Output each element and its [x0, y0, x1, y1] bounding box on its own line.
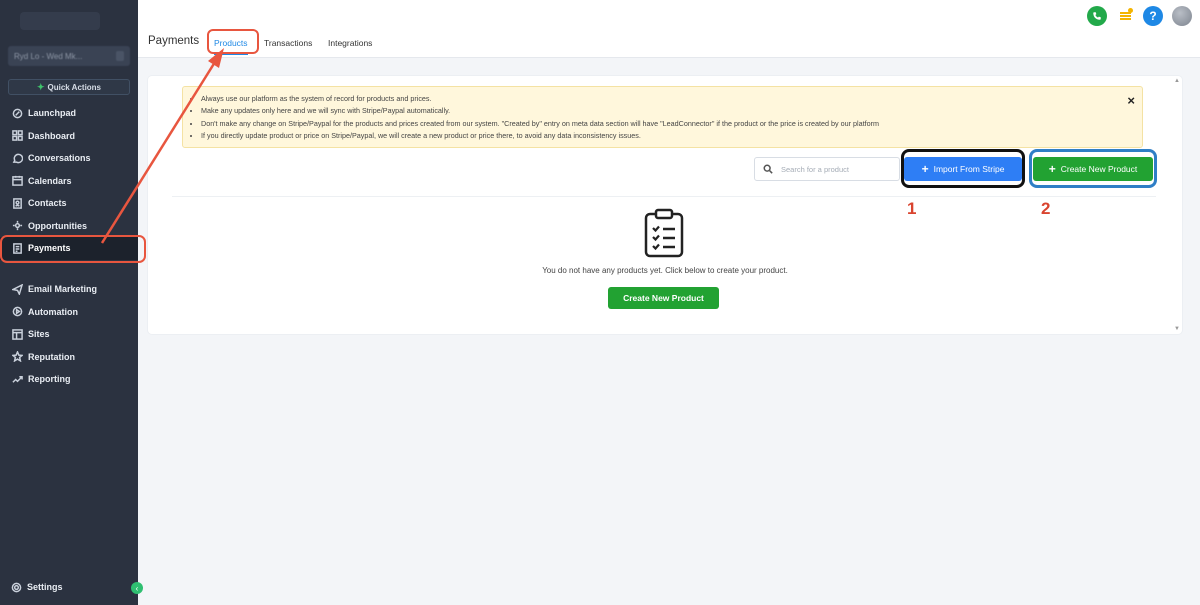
- sidebar-item-label: Opportunities: [28, 220, 87, 231]
- send-icon: [11, 283, 23, 295]
- quick-actions-label: Quick Actions: [47, 82, 102, 92]
- location-name: Ryd Lo - Wed Mk...: [14, 51, 83, 61]
- sidebar-item-label: Sites: [28, 329, 50, 340]
- product-search[interactable]: [754, 157, 900, 181]
- sidebar-item-opportunities[interactable]: Opportunities: [0, 215, 138, 238]
- calendar-icon: [11, 175, 23, 187]
- notice-line: Always use our platform as the system of…: [201, 93, 1142, 105]
- sidebar-item-calendars[interactable]: Calendars: [0, 170, 138, 193]
- sidebar-item-reputation[interactable]: Reputation: [0, 346, 138, 369]
- annotation-number-2: 2: [1041, 199, 1051, 218]
- notifications-button[interactable]: [1116, 7, 1134, 25]
- divider: [172, 196, 1156, 197]
- dashboard-icon: [11, 130, 23, 142]
- top-bar: Payments Products Transactions Integrati…: [138, 0, 1200, 58]
- create-button-highlight: [1029, 149, 1157, 188]
- tab-integrations[interactable]: Integrations: [328, 38, 372, 48]
- help-button[interactable]: ?: [1143, 6, 1163, 26]
- contacts-icon: [11, 197, 23, 209]
- scroll-up-icon[interactable]: ▲: [1174, 78, 1180, 84]
- sidebar-item-contacts[interactable]: Contacts: [0, 192, 138, 215]
- gear-icon: [11, 582, 22, 592]
- sidebar-item-reporting[interactable]: Reporting: [0, 368, 138, 391]
- opportunities-icon: [11, 220, 23, 232]
- scroll-down-icon[interactable]: ▼: [1174, 326, 1180, 332]
- automation-icon: [11, 306, 23, 318]
- sidebar-item-label: Contacts: [28, 198, 67, 209]
- notification-dot: [1128, 8, 1133, 13]
- sidebar-item-dashboard[interactable]: Dashboard: [0, 125, 138, 148]
- tab-transactions[interactable]: Transactions: [264, 38, 312, 48]
- sidebar-item-automation[interactable]: Automation: [0, 301, 138, 324]
- help-icon: ?: [1149, 9, 1157, 23]
- chat-icon: [11, 152, 23, 164]
- sidebar-item-label: Automation: [28, 306, 78, 317]
- sidebar-collapse-button[interactable]: ‹: [131, 582, 143, 594]
- top-icons: ?: [1087, 6, 1192, 26]
- products-tab-highlight: [207, 29, 259, 54]
- phone-icon: [1093, 12, 1101, 20]
- search-input[interactable]: [781, 164, 881, 174]
- sidebar-item-launchpad[interactable]: Launchpad: [0, 102, 138, 125]
- import-button-highlight: [901, 149, 1025, 188]
- info-notice: Always use our platform as the system of…: [182, 86, 1143, 148]
- notice-line: Make any updates only here and we will s…: [201, 105, 1142, 117]
- location-switcher[interactable]: Ryd Lo - Wed Mk...: [8, 46, 130, 66]
- payments-item-highlight: [0, 235, 146, 263]
- products-card: Always use our platform as the system of…: [148, 76, 1182, 334]
- sidebar-item-label: Reputation: [28, 351, 75, 362]
- sites-icon: [11, 328, 23, 340]
- empty-state-message: You do not have any products yet. Click …: [542, 266, 788, 275]
- sidebar-item-sites[interactable]: Sites: [0, 323, 138, 346]
- clipboard-checklist-icon: [644, 208, 684, 258]
- sidebar-item-conversations[interactable]: Conversations: [0, 147, 138, 170]
- notice-list: Always use our platform as the system of…: [199, 93, 1142, 142]
- sidebar-item-label: Calendars: [28, 175, 72, 186]
- annotation-number-1: 1: [907, 199, 917, 218]
- notice-line: Don't make any change on Stripe/Paypal f…: [201, 118, 1142, 130]
- sidebar-item-label: Conversations: [28, 153, 91, 164]
- sidebar-item-label: Launchpad: [28, 108, 77, 119]
- bolt-icon: ✦: [36, 81, 45, 92]
- sidebar-item-email-marketing[interactable]: Email Marketing: [0, 278, 138, 301]
- sidebar: Ryd Lo - Wed Mk... ✦ Quick Actions Launc…: [0, 0, 138, 605]
- sidebar-item-label: Email Marketing: [28, 284, 98, 295]
- quick-actions-button[interactable]: ✦ Quick Actions: [8, 79, 130, 95]
- search-icon: [763, 164, 773, 174]
- chevron-left-icon: ‹: [135, 583, 139, 593]
- sidebar-item-label: Dashboard: [28, 130, 76, 141]
- avatar[interactable]: [1172, 6, 1192, 26]
- notice-line: If you directly update product or price …: [201, 130, 1142, 142]
- location-toggle-icon: [116, 51, 124, 61]
- phone-button[interactable]: [1087, 6, 1107, 26]
- page-title: Payments: [148, 35, 200, 47]
- star-icon: [11, 351, 23, 363]
- sidebar-item-settings[interactable]: Settings: [0, 577, 138, 597]
- create-new-product-empty-button[interactable]: Create New Product: [608, 287, 719, 309]
- close-icon[interactable]: ×: [1127, 94, 1135, 107]
- settings-label: Settings: [27, 582, 63, 592]
- company-logo: [20, 12, 100, 30]
- chart-icon: [11, 373, 23, 385]
- sidebar-nav-secondary: Email Marketing Automation Sites Reputat…: [0, 278, 138, 391]
- notifications-icon: [1119, 12, 1131, 20]
- rocket-icon: [11, 107, 23, 119]
- sidebar-item-label: Reporting: [28, 374, 71, 385]
